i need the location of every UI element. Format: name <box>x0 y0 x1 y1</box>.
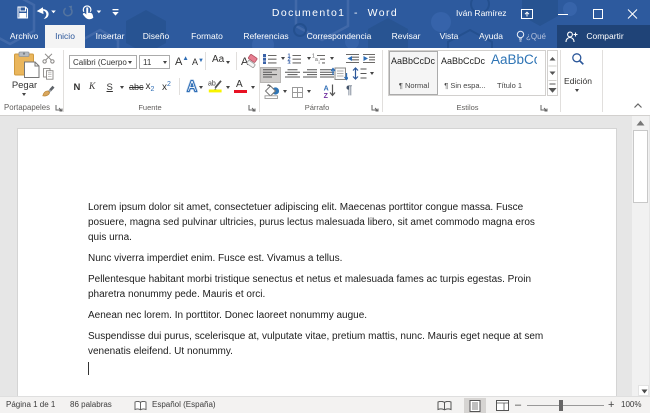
svg-text:3: 3 <box>288 61 291 64</box>
svg-text:i: i <box>319 61 320 64</box>
svg-text:A: A <box>324 86 329 93</box>
svg-text:Z: Z <box>324 93 329 98</box>
svg-text:ab: ab <box>208 81 216 88</box>
